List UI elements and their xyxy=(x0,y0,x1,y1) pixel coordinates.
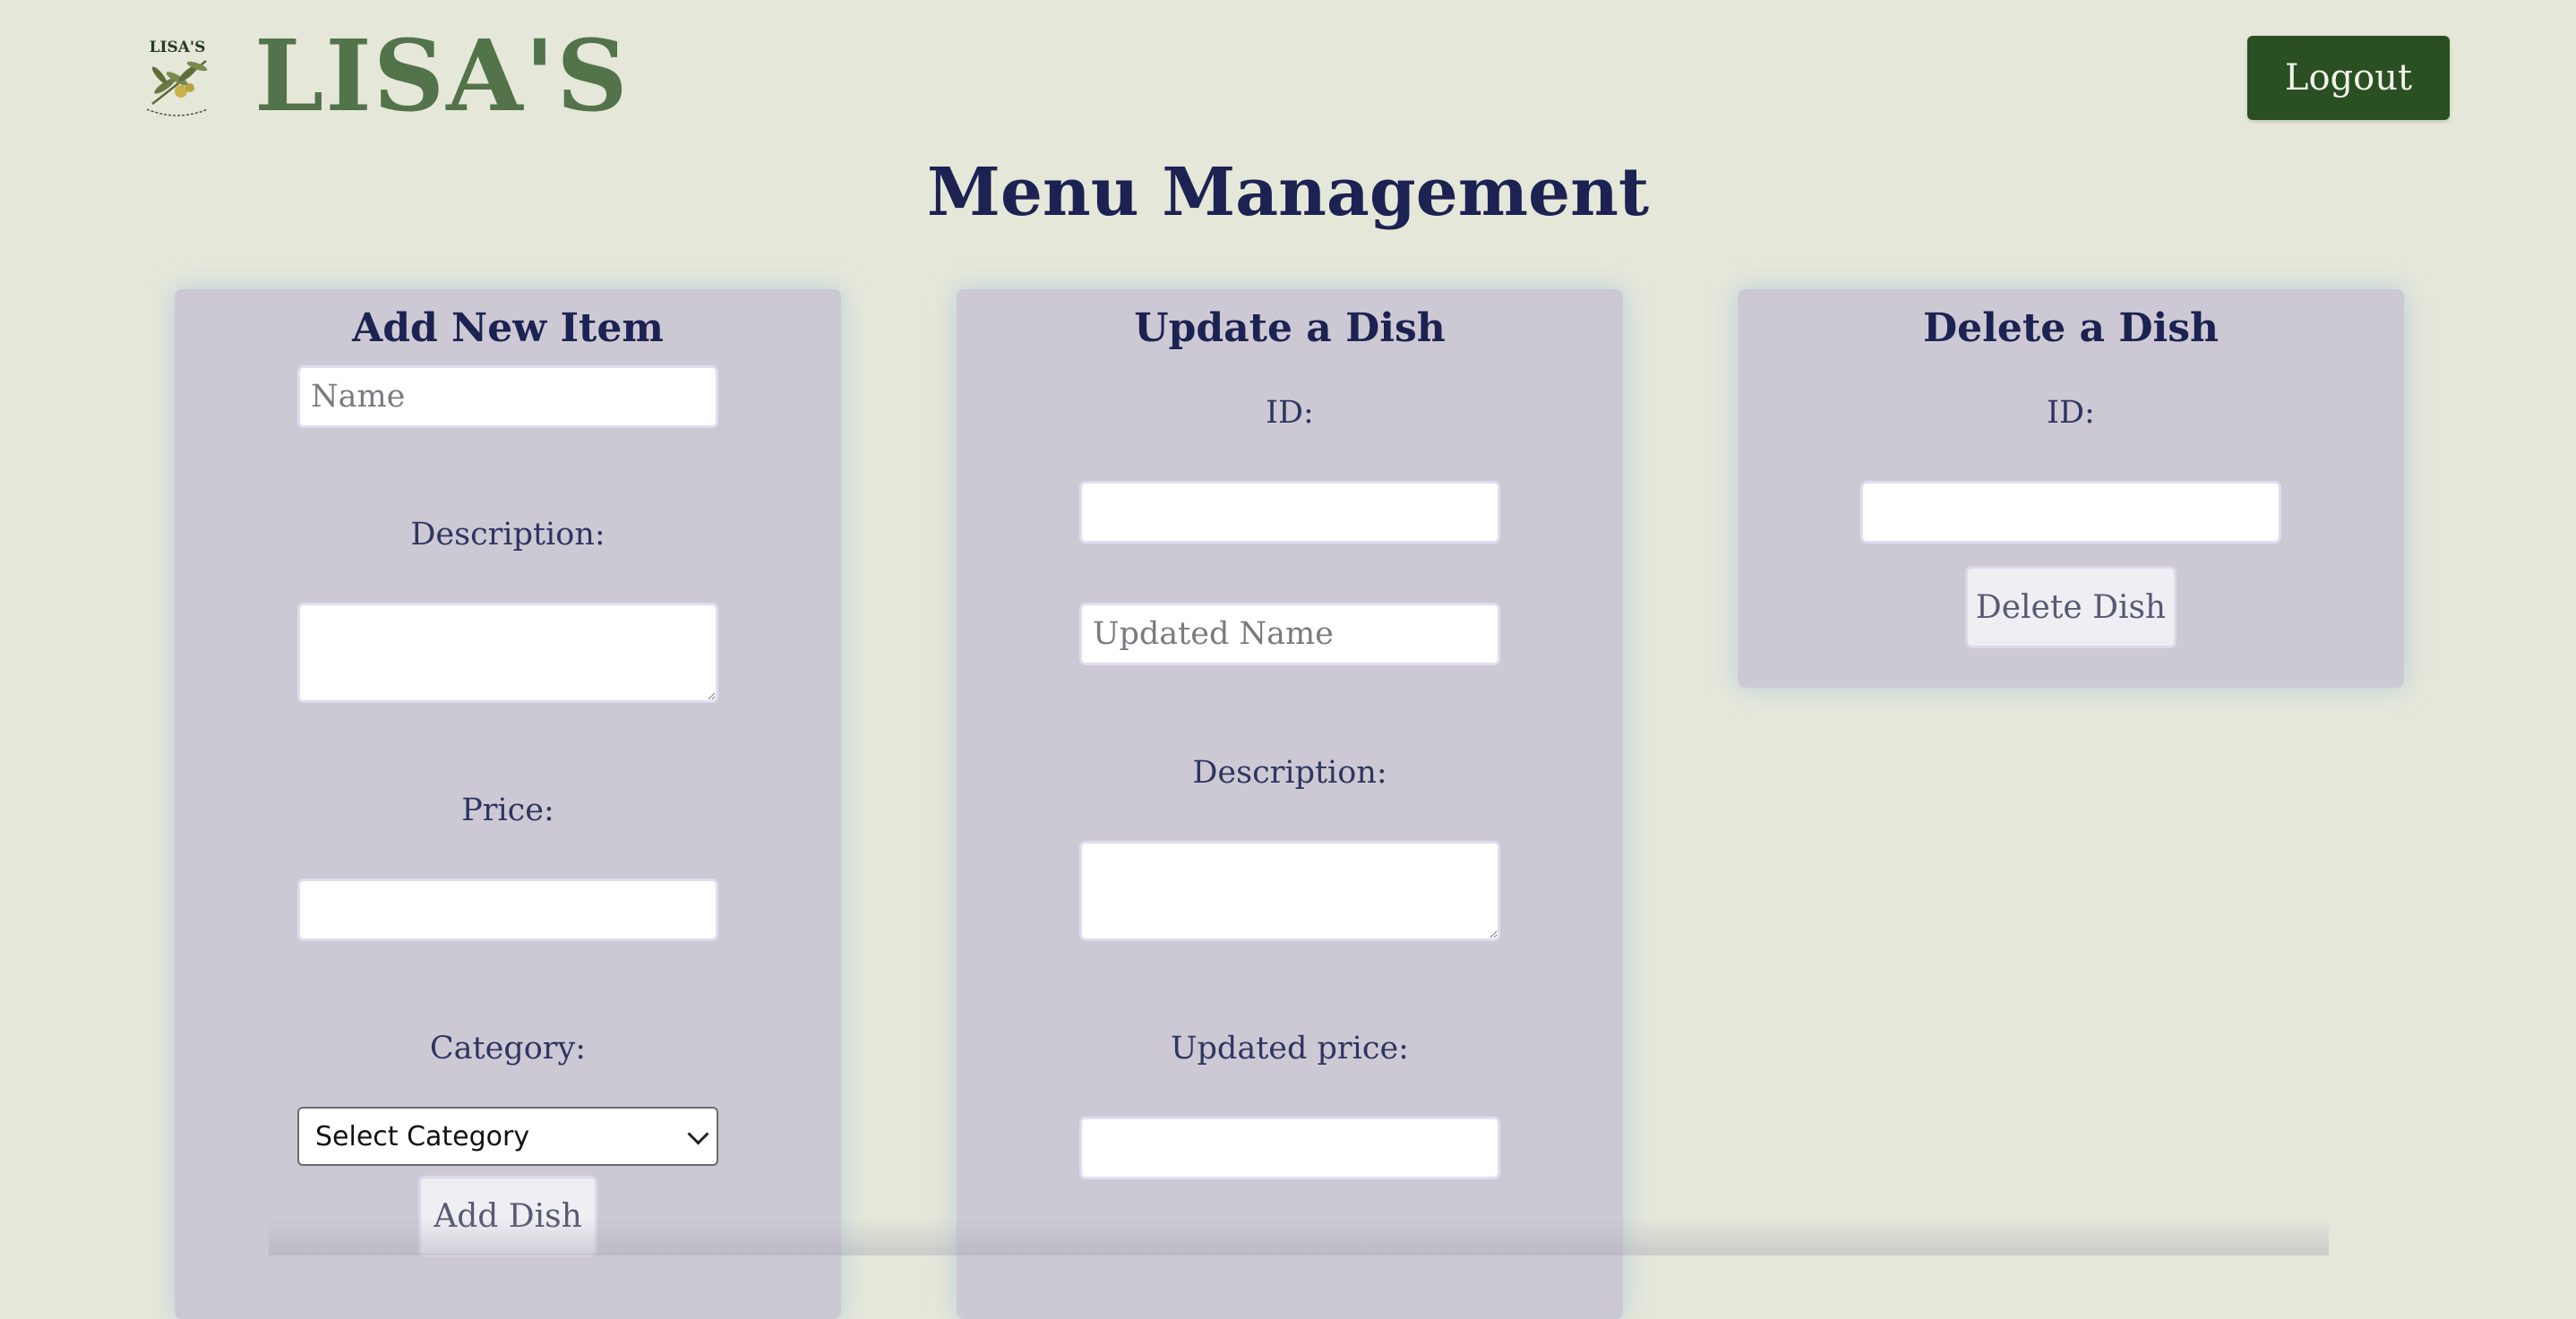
update-dish-panel: Update a Dish ID: Description: Updated p… xyxy=(957,289,1623,1319)
category-select-wrapper[interactable]: Select Category xyxy=(297,1107,718,1166)
update-id-label: ID: xyxy=(1266,395,1314,431)
category-select[interactable]: Select Category xyxy=(297,1107,718,1166)
page-title: Menu Management xyxy=(926,154,1650,231)
description-textarea[interactable] xyxy=(297,603,718,703)
logout-button[interactable]: Logout xyxy=(2247,36,2450,120)
updated-name-input[interactable] xyxy=(1079,603,1500,665)
price-label: Price: xyxy=(461,792,554,828)
description-label: Description: xyxy=(410,517,605,552)
delete-id-label: ID: xyxy=(2047,395,2095,431)
name-input[interactable] xyxy=(297,365,718,428)
add-dish-button[interactable]: Add Dish xyxy=(418,1176,597,1256)
add-item-title: Add New Item xyxy=(352,305,664,351)
logo-text: LISA'S xyxy=(150,39,206,56)
delete-dish-button[interactable]: Delete Dish xyxy=(1965,566,2177,648)
delete-dish-panel: Delete a Dish ID: Delete Dish xyxy=(1738,289,2404,688)
updated-price-label: Updated price: xyxy=(1171,1031,1409,1066)
update-description-textarea[interactable] xyxy=(1079,841,1500,941)
delete-dish-title: Delete a Dish xyxy=(1923,305,2219,351)
restaurant-logo: LISA'S xyxy=(134,34,220,120)
updated-price-input[interactable] xyxy=(1079,1117,1500,1179)
update-id-input[interactable] xyxy=(1079,481,1500,544)
update-dish-title: Update a Dish xyxy=(1134,305,1446,351)
brand-name: LISA'S xyxy=(254,18,630,133)
category-label: Category: xyxy=(429,1031,587,1066)
price-input[interactable] xyxy=(297,878,718,941)
update-description-label: Description: xyxy=(1192,755,1387,791)
add-item-panel: Add New Item Description: Price: Categor… xyxy=(175,289,841,1319)
delete-id-input[interactable] xyxy=(1860,481,2281,544)
